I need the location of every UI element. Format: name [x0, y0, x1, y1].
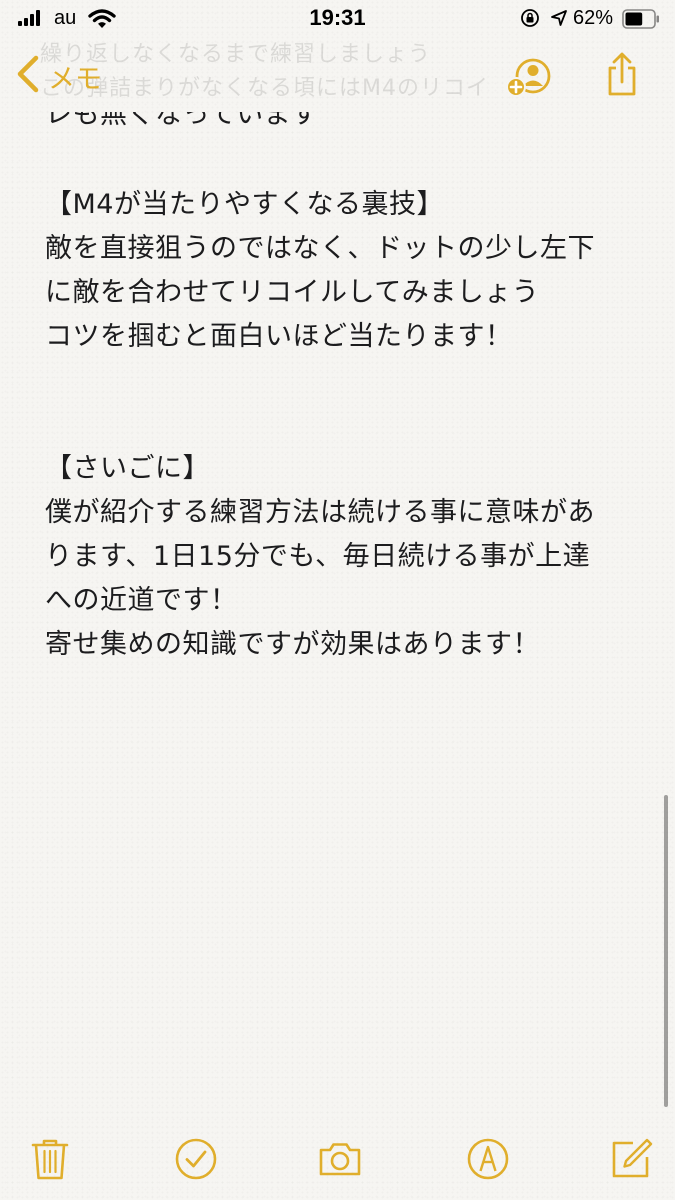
note-line: 【さいごに】 [45, 453, 210, 484]
scroll-indicator[interactable] [664, 795, 668, 1107]
trash-icon[interactable] [27, 1136, 73, 1182]
note-line: ります、1日15分でも、毎日続ける事が上達 [45, 541, 591, 572]
note-line: への近道です！ [45, 585, 238, 616]
note-line: コツを掴むと面白いほど当たります！ [45, 321, 513, 352]
battery-icon [622, 9, 659, 29]
camera-icon[interactable] [317, 1136, 363, 1182]
note-line: 敵を直接狙うのではなく、ドットの少し左下 [45, 233, 595, 264]
note-content[interactable]: レも無くなっています 【M4が当たりやすくなる裏技】 敵を直接狙うのではなく、ド… [0, 112, 675, 1122]
back-button[interactable]: メモ [48, 57, 102, 96]
checklist-icon[interactable] [173, 1136, 219, 1182]
share-icon[interactable] [604, 52, 640, 98]
compose-icon[interactable] [608, 1136, 654, 1182]
bottom-toolbar [0, 1122, 675, 1200]
battery-percent: 62% [573, 7, 614, 29]
orientation-lock-icon [521, 9, 539, 27]
note-line: レも無くなっています [45, 112, 319, 130]
note-line: 【M4が当たりやすくなる裏技】 [45, 189, 444, 220]
note-line: 寄せ集めの知識ですが効果はあります！ [45, 629, 540, 660]
markup-icon[interactable] [465, 1136, 511, 1182]
status-bar: au 19:31 62% [0, 0, 675, 38]
back-chevron-icon[interactable] [12, 54, 42, 94]
add-person-icon[interactable] [505, 54, 553, 98]
navigation-bar: 繰り返しなくなるまで練習しましょう この弾詰まりがなくなる頃にはM4のリコイ メ… [0, 38, 675, 112]
note-line: 僕が紹介する練習方法は続ける事に意味があ [45, 497, 595, 528]
note-line: に敵を合わせてリコイルしてみましょう [45, 277, 540, 308]
location-arrow-icon [551, 10, 567, 26]
